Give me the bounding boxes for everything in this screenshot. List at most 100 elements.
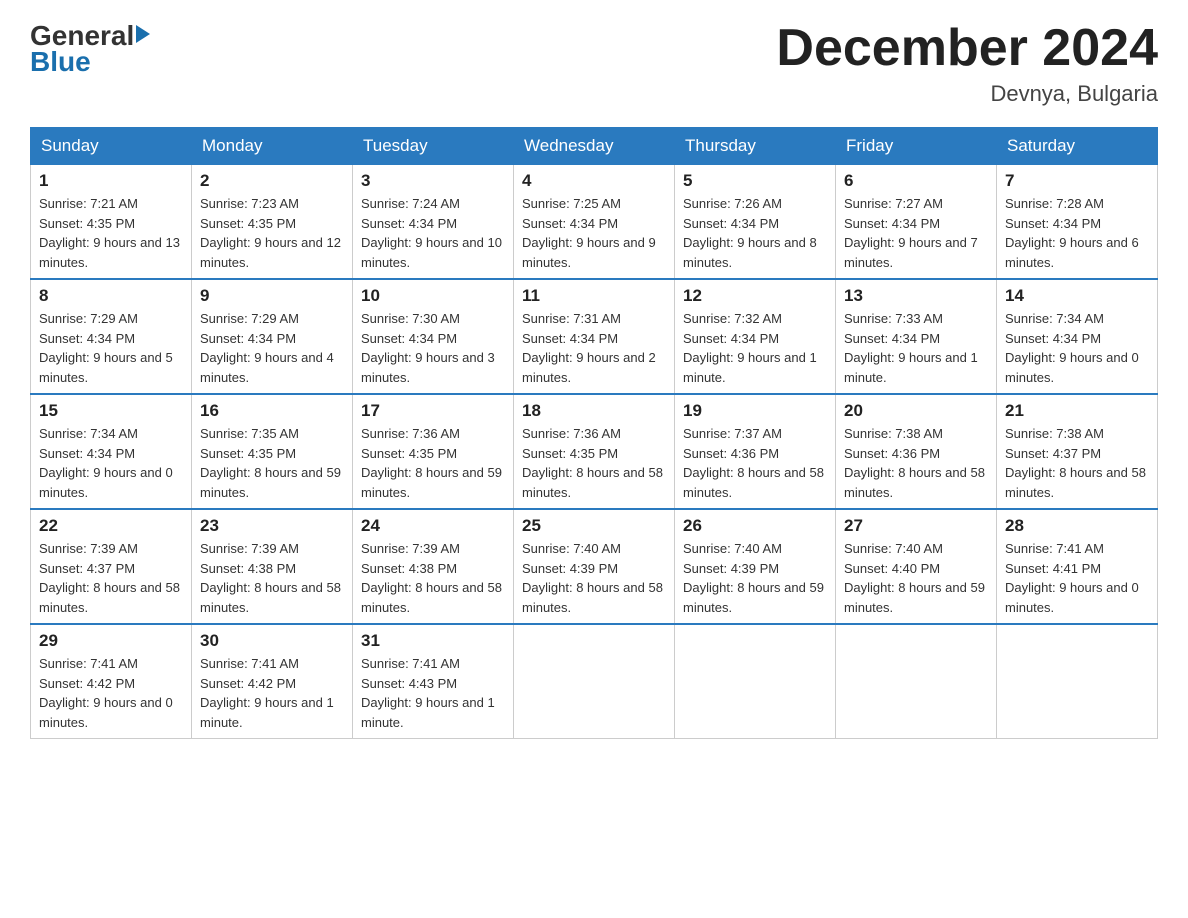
- table-row: 18 Sunrise: 7:36 AMSunset: 4:35 PMDaylig…: [514, 394, 675, 509]
- table-row: 14 Sunrise: 7:34 AMSunset: 4:34 PMDaylig…: [997, 279, 1158, 394]
- day-number: 24: [361, 516, 505, 536]
- day-info: Sunrise: 7:34 AMSunset: 4:34 PMDaylight:…: [39, 426, 173, 500]
- table-row: 21 Sunrise: 7:38 AMSunset: 4:37 PMDaylig…: [997, 394, 1158, 509]
- day-number: 16: [200, 401, 344, 421]
- table-row: 30 Sunrise: 7:41 AMSunset: 4:42 PMDaylig…: [192, 624, 353, 739]
- day-info: Sunrise: 7:36 AMSunset: 4:35 PMDaylight:…: [361, 426, 502, 500]
- day-number: 7: [1005, 171, 1149, 191]
- table-row: 27 Sunrise: 7:40 AMSunset: 4:40 PMDaylig…: [836, 509, 997, 624]
- day-number: 6: [844, 171, 988, 191]
- calendar-week-row: 8 Sunrise: 7:29 AMSunset: 4:34 PMDayligh…: [31, 279, 1158, 394]
- day-info: Sunrise: 7:28 AMSunset: 4:34 PMDaylight:…: [1005, 196, 1139, 270]
- day-info: Sunrise: 7:38 AMSunset: 4:37 PMDaylight:…: [1005, 426, 1146, 500]
- table-row: 1 Sunrise: 7:21 AMSunset: 4:35 PMDayligh…: [31, 165, 192, 280]
- table-row: [514, 624, 675, 739]
- day-number: 17: [361, 401, 505, 421]
- table-row: 20 Sunrise: 7:38 AMSunset: 4:36 PMDaylig…: [836, 394, 997, 509]
- col-thursday: Thursday: [675, 128, 836, 165]
- day-number: 10: [361, 286, 505, 306]
- day-number: 19: [683, 401, 827, 421]
- table-row: [997, 624, 1158, 739]
- table-row: 8 Sunrise: 7:29 AMSunset: 4:34 PMDayligh…: [31, 279, 192, 394]
- table-row: 13 Sunrise: 7:33 AMSunset: 4:34 PMDaylig…: [836, 279, 997, 394]
- day-info: Sunrise: 7:26 AMSunset: 4:34 PMDaylight:…: [683, 196, 817, 270]
- table-row: [675, 624, 836, 739]
- table-row: 4 Sunrise: 7:25 AMSunset: 4:34 PMDayligh…: [514, 165, 675, 280]
- table-row: 17 Sunrise: 7:36 AMSunset: 4:35 PMDaylig…: [353, 394, 514, 509]
- day-info: Sunrise: 7:21 AMSunset: 4:35 PMDaylight:…: [39, 196, 180, 270]
- day-info: Sunrise: 7:25 AMSunset: 4:34 PMDaylight:…: [522, 196, 656, 270]
- day-info: Sunrise: 7:33 AMSunset: 4:34 PMDaylight:…: [844, 311, 978, 385]
- day-number: 9: [200, 286, 344, 306]
- day-info: Sunrise: 7:39 AMSunset: 4:37 PMDaylight:…: [39, 541, 180, 615]
- table-row: 9 Sunrise: 7:29 AMSunset: 4:34 PMDayligh…: [192, 279, 353, 394]
- day-number: 26: [683, 516, 827, 536]
- day-number: 29: [39, 631, 183, 651]
- col-wednesday: Wednesday: [514, 128, 675, 165]
- col-friday: Friday: [836, 128, 997, 165]
- calendar-week-row: 15 Sunrise: 7:34 AMSunset: 4:34 PMDaylig…: [31, 394, 1158, 509]
- day-info: Sunrise: 7:40 AMSunset: 4:39 PMDaylight:…: [522, 541, 663, 615]
- day-info: Sunrise: 7:23 AMSunset: 4:35 PMDaylight:…: [200, 196, 341, 270]
- day-number: 30: [200, 631, 344, 651]
- title-block: December 2024 Devnya, Bulgaria: [776, 20, 1158, 107]
- day-number: 11: [522, 286, 666, 306]
- col-sunday: Sunday: [31, 128, 192, 165]
- day-number: 31: [361, 631, 505, 651]
- day-number: 13: [844, 286, 988, 306]
- day-number: 12: [683, 286, 827, 306]
- table-row: 23 Sunrise: 7:39 AMSunset: 4:38 PMDaylig…: [192, 509, 353, 624]
- table-row: [836, 624, 997, 739]
- day-info: Sunrise: 7:37 AMSunset: 4:36 PMDaylight:…: [683, 426, 824, 500]
- table-row: 22 Sunrise: 7:39 AMSunset: 4:37 PMDaylig…: [31, 509, 192, 624]
- day-info: Sunrise: 7:29 AMSunset: 4:34 PMDaylight:…: [200, 311, 334, 385]
- calendar-table: Sunday Monday Tuesday Wednesday Thursday…: [30, 127, 1158, 739]
- day-info: Sunrise: 7:41 AMSunset: 4:41 PMDaylight:…: [1005, 541, 1139, 615]
- day-info: Sunrise: 7:38 AMSunset: 4:36 PMDaylight:…: [844, 426, 985, 500]
- day-number: 1: [39, 171, 183, 191]
- table-row: 29 Sunrise: 7:41 AMSunset: 4:42 PMDaylig…: [31, 624, 192, 739]
- table-row: 5 Sunrise: 7:26 AMSunset: 4:34 PMDayligh…: [675, 165, 836, 280]
- day-number: 3: [361, 171, 505, 191]
- day-info: Sunrise: 7:32 AMSunset: 4:34 PMDaylight:…: [683, 311, 817, 385]
- location-text: Devnya, Bulgaria: [776, 81, 1158, 107]
- day-info: Sunrise: 7:40 AMSunset: 4:39 PMDaylight:…: [683, 541, 824, 615]
- table-row: 24 Sunrise: 7:39 AMSunset: 4:38 PMDaylig…: [353, 509, 514, 624]
- calendar-header-row: Sunday Monday Tuesday Wednesday Thursday…: [31, 128, 1158, 165]
- day-info: Sunrise: 7:30 AMSunset: 4:34 PMDaylight:…: [361, 311, 495, 385]
- day-info: Sunrise: 7:27 AMSunset: 4:34 PMDaylight:…: [844, 196, 978, 270]
- day-number: 5: [683, 171, 827, 191]
- table-row: 16 Sunrise: 7:35 AMSunset: 4:35 PMDaylig…: [192, 394, 353, 509]
- table-row: 2 Sunrise: 7:23 AMSunset: 4:35 PMDayligh…: [192, 165, 353, 280]
- day-info: Sunrise: 7:29 AMSunset: 4:34 PMDaylight:…: [39, 311, 173, 385]
- logo: General Blue: [30, 20, 150, 78]
- day-number: 27: [844, 516, 988, 536]
- col-tuesday: Tuesday: [353, 128, 514, 165]
- day-number: 23: [200, 516, 344, 536]
- day-info: Sunrise: 7:39 AMSunset: 4:38 PMDaylight:…: [200, 541, 341, 615]
- day-number: 21: [1005, 401, 1149, 421]
- table-row: 25 Sunrise: 7:40 AMSunset: 4:39 PMDaylig…: [514, 509, 675, 624]
- logo-blue-text: Blue: [30, 46, 91, 78]
- day-info: Sunrise: 7:34 AMSunset: 4:34 PMDaylight:…: [1005, 311, 1139, 385]
- day-number: 22: [39, 516, 183, 536]
- day-info: Sunrise: 7:41 AMSunset: 4:42 PMDaylight:…: [39, 656, 173, 730]
- table-row: 15 Sunrise: 7:34 AMSunset: 4:34 PMDaylig…: [31, 394, 192, 509]
- table-row: 10 Sunrise: 7:30 AMSunset: 4:34 PMDaylig…: [353, 279, 514, 394]
- day-number: 2: [200, 171, 344, 191]
- table-row: 19 Sunrise: 7:37 AMSunset: 4:36 PMDaylig…: [675, 394, 836, 509]
- day-number: 15: [39, 401, 183, 421]
- col-monday: Monday: [192, 128, 353, 165]
- day-number: 4: [522, 171, 666, 191]
- table-row: 6 Sunrise: 7:27 AMSunset: 4:34 PMDayligh…: [836, 165, 997, 280]
- day-number: 28: [1005, 516, 1149, 536]
- table-row: 3 Sunrise: 7:24 AMSunset: 4:34 PMDayligh…: [353, 165, 514, 280]
- day-info: Sunrise: 7:36 AMSunset: 4:35 PMDaylight:…: [522, 426, 663, 500]
- table-row: 31 Sunrise: 7:41 AMSunset: 4:43 PMDaylig…: [353, 624, 514, 739]
- logo-triangle-icon: [136, 25, 150, 43]
- day-info: Sunrise: 7:40 AMSunset: 4:40 PMDaylight:…: [844, 541, 985, 615]
- table-row: 11 Sunrise: 7:31 AMSunset: 4:34 PMDaylig…: [514, 279, 675, 394]
- day-number: 14: [1005, 286, 1149, 306]
- table-row: 7 Sunrise: 7:28 AMSunset: 4:34 PMDayligh…: [997, 165, 1158, 280]
- day-number: 20: [844, 401, 988, 421]
